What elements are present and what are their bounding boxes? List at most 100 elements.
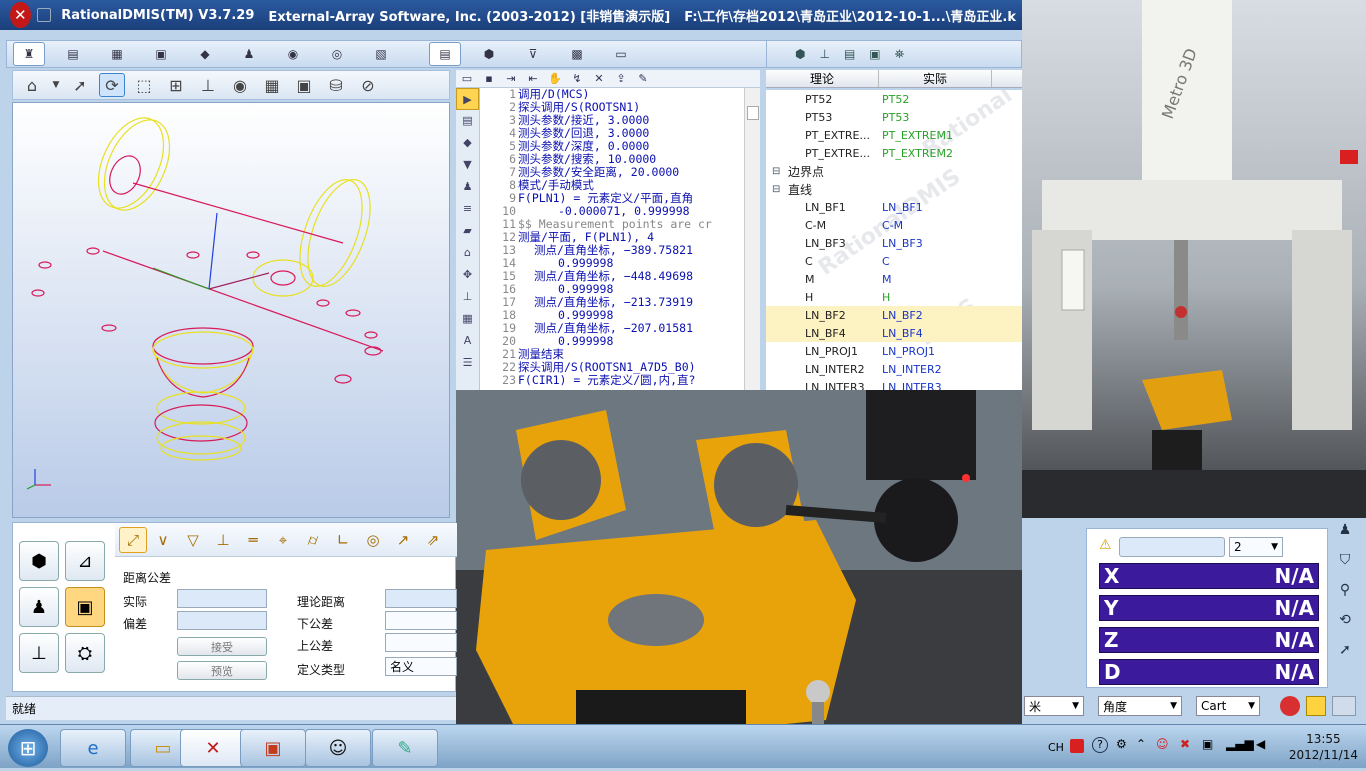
feature-cube-icon[interactable]: ⬢ [19, 541, 59, 581]
palette-icon[interactable]: ▦ [259, 73, 285, 97]
tree-row[interactable]: LN_INTER3 LN_INTER3 [766, 378, 1022, 391]
chevron-down-icon[interactable]: ▼ [51, 73, 61, 97]
feature-add-icon[interactable]: ⊞ [163, 73, 189, 97]
tray-arrow-icon[interactable]: ⌃ [1136, 737, 1146, 751]
cube-icon[interactable]: ⬢ [795, 47, 805, 61]
tree-row[interactable]: PT52 PT52 [766, 90, 1022, 108]
expand-icon[interactable] [1332, 696, 1356, 716]
tolerance-box-icon[interactable]: ▣ [65, 587, 105, 627]
volume-tray-icon[interactable]: ◀ [1256, 737, 1265, 751]
readout-count-select[interactable]: 2 ▼ [1229, 537, 1283, 557]
tree-row[interactable]: LN_PROJ1 LN_PROJ1 [766, 342, 1022, 360]
sogou-icon[interactable] [1070, 739, 1084, 753]
powerpoint-taskbar-icon[interactable]: ▣ [240, 729, 306, 767]
home-small-icon[interactable]: ⌂ [456, 242, 479, 264]
delete-icon[interactable]: ✕ [588, 72, 610, 85]
zoom-fit-icon[interactable]: ⬚ [131, 73, 157, 97]
collapse-icon[interactable]: ⊟ [772, 166, 780, 177]
preview-button[interactable]: 预览 [177, 661, 267, 680]
clock[interactable]: 13:55 2012/11/14 [1289, 731, 1358, 763]
lines-icon[interactable]: ☰ [456, 352, 479, 374]
tree-row[interactable]: PT_EXTRE... PT_EXTREM2 [766, 144, 1022, 162]
probe-side-icon[interactable]: ♟ [1330, 522, 1360, 552]
parallel-tol-icon[interactable]: ═ [239, 527, 267, 553]
rotate-side-icon[interactable]: ⟲ [1330, 612, 1360, 642]
arrow-side-icon[interactable]: ➚ [1330, 642, 1360, 672]
run-icon[interactable]: ▶ [456, 88, 479, 110]
distance-tol-icon[interactable]: ⤢ [119, 526, 147, 553]
language-indicator[interactable]: CH [1048, 741, 1064, 754]
qq-taskbar-icon[interactable]: ☺ [305, 729, 371, 767]
perpendicular-tol-icon[interactable]: ⊥ [209, 527, 237, 553]
coordinate-axes-icon[interactable]: ⊥ [19, 633, 59, 673]
home-icon[interactable]: ⌂ [19, 73, 45, 97]
nominal-column-header[interactable]: 理论 [766, 70, 879, 87]
database-icon[interactable]: ⛁ [323, 73, 349, 97]
open-icon[interactable]: ▭ [456, 72, 478, 85]
tree-group[interactable]: ⊟ 边界点 [766, 162, 1022, 180]
record-icon[interactable] [1280, 696, 1300, 716]
signal-tray-icon[interactable]: ▂▄▆ [1226, 737, 1254, 751]
indent-icon[interactable]: ⇥ [500, 72, 522, 85]
tab-display[interactable]: ◉ [277, 42, 309, 66]
feature-tree[interactable]: RationalDMIS Rational DMIS PT52PT52PT53P… [766, 90, 1022, 390]
camera-small-icon[interactable]: ▣ [869, 47, 880, 61]
tree-row[interactable]: LN_BF2 LN_BF2 [766, 306, 1022, 324]
probe-icon[interactable]: ♟ [456, 176, 479, 198]
arrow-down-icon[interactable]: ▼ [456, 154, 479, 176]
search-icon[interactable]: ⚲ [1330, 582, 1360, 612]
clipboard-icon[interactable]: ▤ [456, 110, 479, 132]
upper-tol-field[interactable] [385, 633, 457, 652]
text-icon[interactable]: A [456, 330, 479, 352]
nominal-distance-field[interactable] [385, 589, 457, 608]
tab-machine[interactable]: ♟ [233, 42, 265, 66]
eye-icon[interactable]: ◉ [227, 73, 253, 97]
code-line[interactable]: 23 F(CIR1) = 元素定义/圆,内,直? [480, 374, 744, 387]
qq-tray-icon[interactable]: ☺ [1156, 737, 1169, 751]
tab-colors[interactable]: ◆ [189, 42, 221, 66]
clear-icon[interactable]: ⊘ [355, 73, 381, 97]
editor-scrollbar[interactable] [744, 88, 760, 390]
tab-tools[interactable]: ▩ [561, 42, 593, 66]
actual-column-header[interactable]: 实际 [879, 70, 992, 87]
tab-window[interactable]: ▣ [145, 42, 177, 66]
cylinder-tol-icon[interactable]: ⌭ [299, 527, 327, 553]
tab-filter[interactable]: ⊽ [517, 42, 549, 66]
tree-row[interactable]: MM [766, 270, 1022, 288]
pointer-icon[interactable]: ➚ [67, 73, 93, 97]
tab-editor[interactable]: ▤ [429, 42, 461, 66]
tab-report[interactable]: ▧ [365, 42, 397, 66]
unit-select[interactable]: 米 [1024, 696, 1084, 716]
outdent-icon[interactable]: ⇤ [522, 72, 544, 85]
deviation-field[interactable] [177, 611, 267, 630]
tree-row[interactable]: HH [766, 288, 1022, 306]
scroll-thumb[interactable] [747, 106, 759, 120]
tab-cube[interactable]: ⬢ [473, 42, 505, 66]
form-icon[interactable]: ▤ [844, 47, 855, 61]
profile-tol-icon[interactable]: ∟ [329, 527, 357, 553]
axes-icon[interactable]: ⊥ [819, 47, 829, 61]
export-icon[interactable]: ⇪ [610, 72, 632, 85]
shield-icon[interactable]: ⛉ [1330, 552, 1360, 582]
tab-probe[interactable]: ♜ [13, 42, 45, 66]
save-icon[interactable]: ▪ [478, 72, 500, 85]
def-type-select[interactable]: 名义 [385, 657, 457, 676]
menu-icon[interactable] [36, 8, 52, 22]
tree-group[interactable]: ⊟ 直线 [766, 180, 1022, 198]
tree-row[interactable]: LN_BF1 LN_BF1 [766, 198, 1022, 216]
tree-row[interactable]: C-M C-M [766, 216, 1022, 234]
total-runout-tol-icon[interactable]: ⇗ [419, 527, 447, 553]
datum-icon[interactable]: ⊥ [456, 286, 479, 308]
camera-icon[interactable]: ▣ [291, 73, 317, 97]
angle-select[interactable]: 角度 [1098, 696, 1182, 716]
position-tol-icon[interactable]: ⌖ [269, 527, 297, 553]
help-tray-icon[interactable]: ? [1092, 737, 1108, 753]
paint-taskbar-icon[interactable]: ✎ [372, 729, 438, 767]
readout-search-field[interactable] [1119, 537, 1225, 557]
rationaldmis-taskbar-icon[interactable]: ✕ [180, 729, 246, 767]
pen-icon[interactable]: ✎ [632, 72, 654, 85]
move-icon[interactable]: ✥ [456, 264, 479, 286]
tree-row[interactable]: LN_BF4 LN_BF4 [766, 324, 1022, 342]
tab-document[interactable]: ▤ [57, 42, 89, 66]
collapse-icon[interactable]: ⊟ [772, 184, 780, 195]
